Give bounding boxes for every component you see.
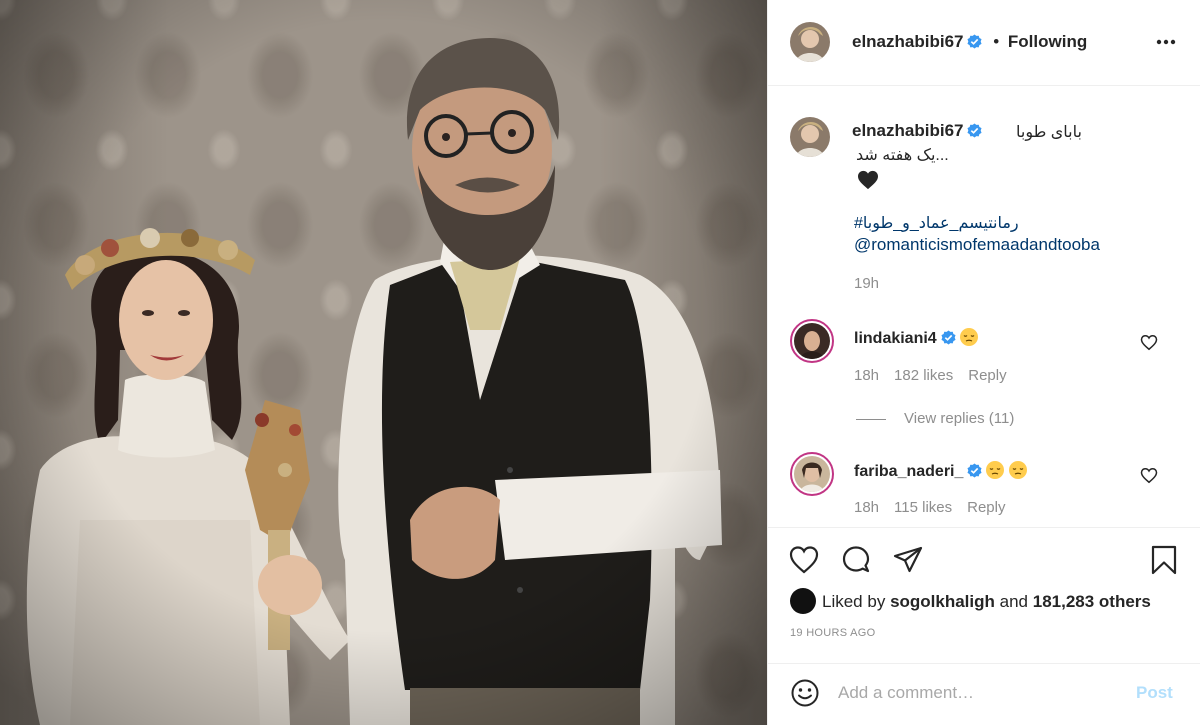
emoji-icon[interactable] xyxy=(790,678,820,708)
comment-likes[interactable]: 182 likes xyxy=(894,367,953,384)
caption-username[interactable]: elnazhabibi67 xyxy=(852,121,963,140)
view-replies-line xyxy=(856,418,886,420)
post-photo[interactable] xyxy=(0,0,767,725)
comment-timestamp[interactable]: 18h xyxy=(854,367,879,384)
post-timestamp[interactable]: 19 HOURS AGO xyxy=(790,627,876,639)
comment-icon[interactable] xyxy=(840,544,872,576)
verified-badge-icon xyxy=(941,330,956,345)
view-replies-label: View replies (11) xyxy=(904,410,1015,427)
bookmark-icon[interactable] xyxy=(1148,544,1180,576)
post-header: elnazhabibi67 • Following xyxy=(768,0,1200,86)
author-username[interactable]: elnazhabibi67 xyxy=(852,32,963,51)
comment-input[interactable] xyxy=(838,680,1118,706)
comment-username[interactable]: lindakiani4 xyxy=(854,330,937,347)
verified-badge-icon xyxy=(967,463,982,478)
add-comment-bar: Post xyxy=(768,663,1200,725)
comment-likes[interactable]: 115 likes xyxy=(894,499,952,516)
like-heart-icon[interactable] xyxy=(788,544,820,576)
pensive-face-icon xyxy=(986,461,1005,479)
reply-button[interactable]: Reply xyxy=(967,499,1005,516)
pensive-face-icon xyxy=(1009,461,1028,479)
likes-prefix: Liked by xyxy=(822,592,886,611)
heart-icon[interactable] xyxy=(1140,467,1158,484)
author-avatar[interactable] xyxy=(790,22,830,62)
post-side-panel: elnazhabibi67 • Following elnazhabibi67 xyxy=(767,0,1200,725)
caption-text: ...یک هفته شد xyxy=(856,147,949,164)
caption-timestamp[interactable]: 19h xyxy=(854,275,879,292)
post-actions: Liked by sogolkhaligh and 181,283 others… xyxy=(768,527,1200,647)
verified-badge-icon xyxy=(967,34,983,49)
liker-username[interactable]: sogolkhaligh xyxy=(890,592,995,611)
caption-avatar[interactable] xyxy=(790,117,830,157)
caption-title: بابای طوبا xyxy=(1016,124,1082,141)
reply-button[interactable]: Reply xyxy=(968,367,1006,384)
caption-mention-link[interactable]: @romanticismofemaadandtooba xyxy=(854,235,1100,255)
separator-dot: • xyxy=(993,32,1000,51)
more-options-icon[interactable] xyxy=(1152,28,1180,56)
comment-timestamp[interactable]: 18h xyxy=(854,499,879,516)
share-icon[interactable] xyxy=(892,544,924,576)
likes-middle: and xyxy=(999,592,1029,611)
black-heart-icon xyxy=(858,170,878,190)
comment-avatar[interactable] xyxy=(790,452,834,496)
comments-list[interactable]: elnazhabibi67 بابای طوبا ...یک هفته شد #… xyxy=(768,87,1200,527)
post-photo-illustration xyxy=(0,0,767,725)
view-replies-button[interactable]: View replies (11) xyxy=(856,410,1014,427)
comment-avatar[interactable] xyxy=(790,319,834,363)
caption-hashtag-link[interactable]: #رمانتیسم_عماد_و_طوبا xyxy=(854,213,1019,233)
pensive-face-icon xyxy=(959,328,978,346)
comment-username[interactable]: fariba_naderi_ xyxy=(854,463,963,480)
following-button[interactable]: Following xyxy=(1008,32,1087,51)
liker-avatar[interactable] xyxy=(790,588,816,614)
likes-others[interactable]: 181,283 others xyxy=(1033,592,1151,611)
verified-badge-icon xyxy=(967,123,983,138)
likes-summary[interactable]: Liked by sogolkhaligh and 181,283 others xyxy=(790,588,1151,614)
post-comment-button[interactable]: Post xyxy=(1136,683,1173,703)
heart-icon[interactable] xyxy=(1140,334,1158,351)
